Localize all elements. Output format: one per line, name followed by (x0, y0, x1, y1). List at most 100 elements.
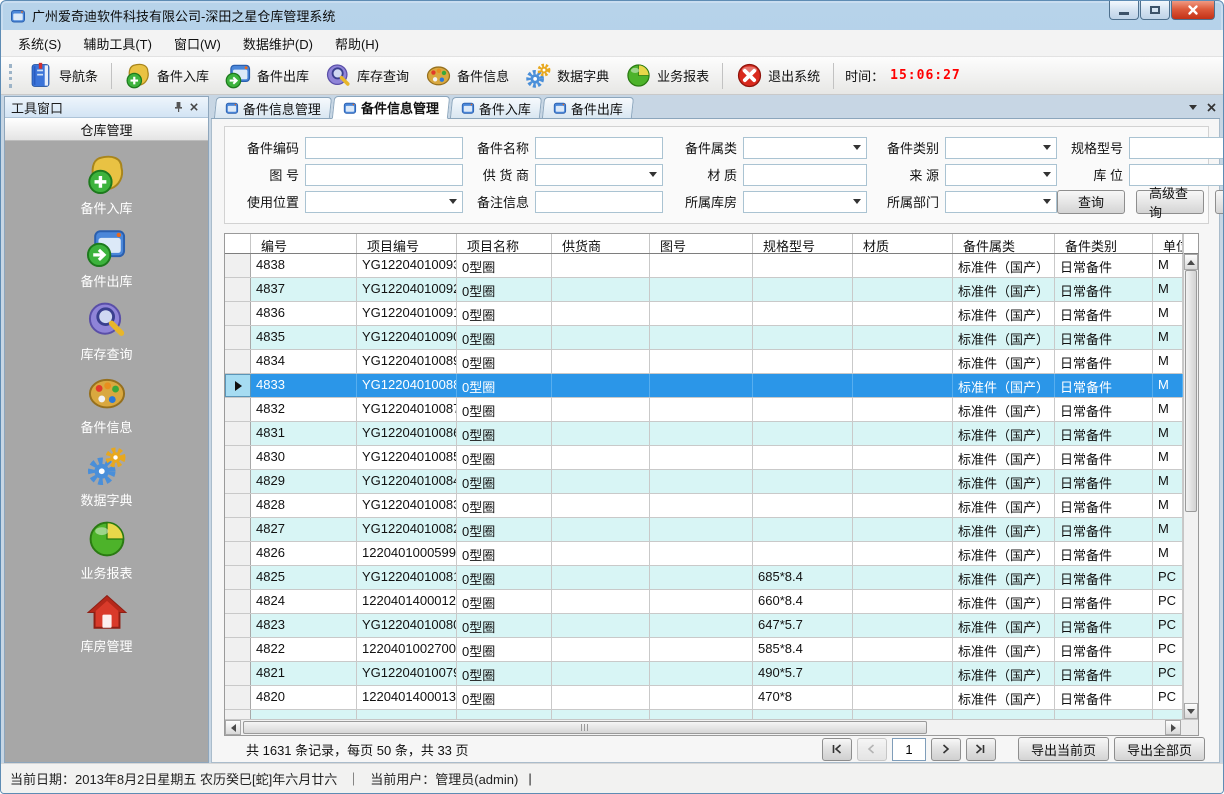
material-input[interactable] (743, 164, 867, 186)
next-page-button[interactable] (931, 738, 961, 761)
last-page-button[interactable] (966, 738, 996, 761)
prev-page-button[interactable] (857, 738, 887, 761)
toolbar-item-exit-system[interactable]: 退出系统 (728, 59, 828, 92)
menu-item[interactable]: 数据维护(D) (232, 30, 324, 57)
scroll-right-button[interactable] (1165, 720, 1181, 735)
menu-item[interactable]: 帮助(H) (324, 30, 390, 57)
row-selector[interactable] (225, 470, 251, 493)
new-button[interactable]: 新建 (1215, 190, 1224, 214)
column-header-material[interactable]: 材质 (853, 234, 953, 253)
figure-no-input[interactable] (305, 164, 463, 186)
table-row[interactable]: 4835YG122040100900型圈标准件（国产）日常备件M (225, 326, 1183, 350)
table-row[interactable]: 4833YG122040100880型圈标准件（国产）日常备件M (225, 374, 1183, 398)
row-selector[interactable] (225, 566, 251, 589)
horizontal-scrollbar[interactable] (225, 719, 1198, 735)
remark-input[interactable] (535, 191, 663, 213)
column-header-category[interactable]: 备件属类 (953, 234, 1055, 253)
part-type-select[interactable] (945, 137, 1057, 159)
row-selector[interactable] (225, 326, 251, 349)
column-header-supplier[interactable]: 供货商 (552, 234, 650, 253)
table-row[interactable]: 482412204014000120型圈660*8.4标准件（国产）日常备件PC (225, 590, 1183, 614)
close-button[interactable] (1171, 1, 1215, 20)
minimize-button[interactable] (1109, 1, 1139, 20)
table-row[interactable]: 482212204010027000型圈585*8.4标准件（国产）日常备件PC (225, 638, 1183, 662)
spec-model-select[interactable] (1129, 137, 1224, 159)
maximize-button[interactable] (1140, 1, 1170, 20)
toolbar-item-parts-info[interactable]: 备件信息 (417, 59, 517, 92)
row-selector[interactable] (225, 422, 251, 445)
row-selector[interactable] (225, 374, 251, 397)
menu-item[interactable]: 系统(S) (7, 30, 72, 57)
table-row[interactable]: 4832YG122040100870型圈标准件（国产）日常备件M (225, 398, 1183, 422)
table-row[interactable]: 4830YG122040100850型圈标准件（国产）日常备件M (225, 446, 1183, 470)
menu-item[interactable]: 辅助工具(T) (72, 30, 163, 57)
sidebar-group-title[interactable]: 仓库管理 (5, 118, 208, 141)
row-selector[interactable] (225, 254, 251, 277)
part-category-select[interactable] (743, 137, 867, 159)
table-row[interactable]: 482612204010005990型圈标准件（国产）日常备件M (225, 542, 1183, 566)
tab-list-button[interactable] (1184, 98, 1202, 116)
tab-3[interactable]: 备件入库 (450, 97, 542, 118)
table-row[interactable]: 4825YG122040100810型圈685*8.4标准件（国产）日常备件PC (225, 566, 1183, 590)
tool-window-close-button[interactable] (186, 100, 202, 115)
toolbar-grip[interactable] (9, 64, 12, 88)
table-row[interactable]: 4821YG122040100790型圈490*5.7标准件（国产）日常备件PC (225, 662, 1183, 686)
page-number-input[interactable] (892, 738, 926, 761)
menu-item[interactable]: 窗口(W) (163, 30, 232, 57)
toolbar-item-business-report[interactable]: 业务报表 (617, 59, 717, 92)
toolbar-item-inventory-query[interactable]: 库存查询 (317, 59, 417, 92)
sidebar-item-parts-info[interactable]: 备件信息 (47, 372, 167, 436)
export-all-pages-button[interactable]: 导出全部页 (1114, 737, 1205, 761)
row-selector[interactable] (225, 494, 251, 517)
pin-button[interactable] (170, 100, 186, 115)
toolbar-item-navbar[interactable]: 导航条 (19, 59, 106, 92)
first-page-button[interactable] (822, 738, 852, 761)
horizontal-scroll-thumb[interactable] (243, 721, 927, 734)
table-row[interactable]: 4828YG122040100830型圈标准件（国产）日常备件M (225, 494, 1183, 518)
advanced-query-button[interactable]: 高级查询 (1136, 190, 1204, 214)
source-select[interactable] (945, 164, 1057, 186)
table-row[interactable]: 4836YG122040100910型圈标准件（国产）日常备件M (225, 302, 1183, 326)
use-position-select[interactable] (305, 191, 463, 213)
table-row[interactable]: 4834YG122040100890型圈标准件（国产）日常备件M (225, 350, 1183, 374)
table-row[interactable]: 4829YG122040100840型圈标准件（国产）日常备件M (225, 470, 1183, 494)
sidebar-item-inventory-query[interactable]: 库存查询 (47, 299, 167, 363)
table-row[interactable]: 4831YG122040100860型圈标准件（国产）日常备件M (225, 422, 1183, 446)
row-selector[interactable] (225, 638, 251, 661)
scroll-up-button[interactable] (1184, 254, 1198, 270)
toolbar-item-stock-out[interactable]: 备件出库 (217, 59, 317, 92)
row-selector[interactable] (225, 278, 251, 301)
row-selector[interactable] (225, 614, 251, 637)
row-selector[interactable] (225, 542, 251, 565)
sidebar-item-stock-out[interactable]: 备件出库 (47, 226, 167, 290)
column-header-spec[interactable]: 规格型号 (753, 234, 853, 253)
toolbar-item-stock-in[interactable]: 备件入库 (117, 59, 217, 92)
table-row[interactable]: 482012204014000130型圈470*8标准件（国产）日常备件PC (225, 686, 1183, 710)
tab-2[interactable]: 备件信息管理 (332, 96, 450, 119)
column-header-unit[interactable]: 单位 (1153, 234, 1183, 253)
sidebar-item-stock-in[interactable]: 备件入库 (47, 153, 167, 217)
tab-4[interactable]: 备件出库 (542, 97, 634, 118)
table-row[interactable]: 4838YG122040100930型圈标准件（国产）日常备件M (225, 254, 1183, 278)
row-selector[interactable] (225, 662, 251, 685)
table-row[interactable]: 4823YG122040100800型圈647*5.7标准件（国产）日常备件PC (225, 614, 1183, 638)
column-header-type[interactable]: 备件类别 (1055, 234, 1153, 253)
sidebar-item-data-dictionary[interactable]: 数据字典 (47, 445, 167, 509)
sidebar-item-warehouse-mgmt[interactable]: 库房管理 (47, 591, 167, 655)
row-selector[interactable] (225, 350, 251, 373)
warehouse-select[interactable] (743, 191, 867, 213)
tab-1[interactable]: 备件信息管理 (214, 97, 332, 118)
table-row[interactable]: 4837YG122040100920型圈标准件（国产）日常备件M (225, 278, 1183, 302)
row-selector[interactable] (225, 686, 251, 709)
department-select[interactable] (945, 191, 1057, 213)
column-header-no[interactable]: 编号 (251, 234, 357, 253)
row-selector[interactable] (225, 518, 251, 541)
toolbar-item-data-dictionary[interactable]: 数据字典 (517, 59, 617, 92)
row-selector[interactable] (225, 446, 251, 469)
table-row[interactable]: 4827YG122040100820型圈标准件（国产）日常备件M (225, 518, 1183, 542)
column-header-figure-no[interactable]: 图号 (650, 234, 753, 253)
tab-close-button[interactable] (1202, 98, 1220, 116)
vertical-scrollbar[interactable] (1183, 234, 1198, 719)
part-code-input[interactable] (305, 137, 463, 159)
sidebar-item-business-report[interactable]: 业务报表 (47, 518, 167, 582)
